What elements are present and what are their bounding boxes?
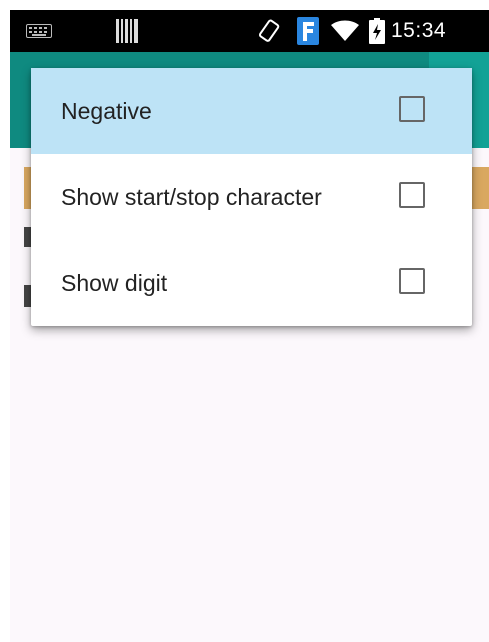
wifi-icon (331, 10, 359, 52)
device-screen: 15:34 Negative Show start/stop character… (10, 10, 489, 642)
menu-item-label: Show digit (61, 269, 168, 296)
negative-checkbox[interactable] (399, 96, 425, 122)
options-menu: Negative Show start/stop character Show … (31, 68, 472, 326)
show-digit-checkbox[interactable] (399, 268, 425, 294)
menu-item-show-start-stop-character[interactable]: Show start/stop character (31, 154, 472, 240)
f-app-icon (297, 10, 319, 52)
menu-item-show-digit[interactable]: Show digit (31, 240, 472, 326)
menu-item-label: Show start/stop character (61, 183, 322, 210)
status-time: 15:34 (391, 19, 447, 42)
keyboard-icon (26, 10, 52, 52)
show-start-stop-checkbox[interactable] (399, 182, 425, 208)
rotate-icon (258, 10, 280, 52)
menu-item-negative[interactable]: Negative (31, 68, 472, 154)
barcode-icon (116, 10, 138, 52)
battery-icon (369, 10, 385, 52)
status-bar: 15:34 (10, 10, 489, 52)
menu-item-label: Negative (61, 97, 152, 124)
